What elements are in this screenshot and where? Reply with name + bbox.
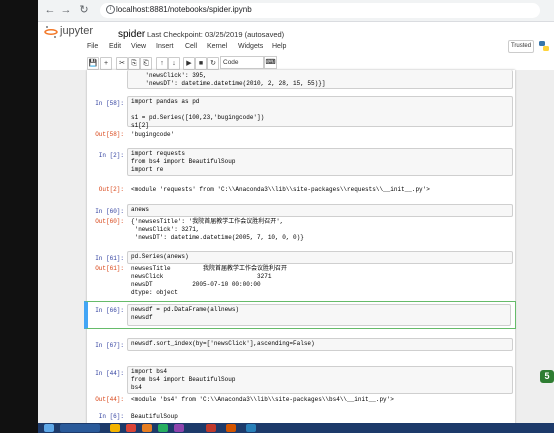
left-dark-strip — [0, 0, 38, 433]
menu-view[interactable]: View — [131, 43, 146, 50]
forward-arrow-icon[interactable]: → — [60, 4, 72, 16]
url-text[interactable]: localhost:8881/notebooks/spider.ipynb — [116, 5, 252, 14]
output-prompt: Out[61]: — [95, 265, 124, 272]
input-prompt: In [61]: — [95, 255, 124, 262]
jupyter-wordmark: jupyter — [60, 25, 94, 37]
output-prompt: Out[58]: — [95, 131, 124, 138]
info-icon[interactable]: i — [106, 5, 115, 14]
app-icon[interactable] — [206, 424, 216, 432]
run-button[interactable]: ▶ — [183, 57, 195, 70]
back-arrow-icon[interactable]: ← — [44, 4, 56, 16]
folder-icon[interactable] — [110, 424, 120, 432]
checkpoint-status: Last Checkpoint: 03/25/2019 (autosaved) — [147, 30, 285, 39]
cell-code: newsdf.sort_index(by=['newsClick'],ascen… — [131, 340, 315, 347]
menu-widgets[interactable]: Widgets — [238, 43, 263, 50]
cell-code: import pandas as pd s1 = pd.Series([100,… — [131, 98, 265, 129]
input-prompt: In [58]: — [95, 100, 124, 107]
interrupt-button[interactable]: ■ — [195, 57, 207, 70]
cell-code: import bs4 from bs4 import BeautifulSoup… — [131, 368, 236, 391]
code-cell[interactable] — [127, 204, 513, 217]
cell-code: newsdf = pd.DataFrame(allnews) newsdf — [131, 306, 240, 321]
app-icon[interactable] — [142, 424, 152, 432]
cut-button[interactable]: ✂ — [116, 57, 128, 70]
cell-code: 'newsClick': 395, 'newsDT': datetime.dat… — [145, 72, 326, 87]
keyboard-icon[interactable]: ⌨ — [264, 56, 277, 69]
menu-cell[interactable]: Cell — [185, 43, 197, 50]
start-icon[interactable] — [44, 424, 54, 432]
app-icon[interactable] — [246, 424, 256, 432]
cell-output: 'bugingcode' — [131, 131, 175, 138]
input-prompt: In [66]: — [95, 307, 124, 314]
output-prompt: Out[60]: — [95, 218, 124, 225]
insert-cell-button[interactable]: + — [100, 57, 112, 70]
menu-insert[interactable]: Insert — [156, 43, 174, 50]
cell-code: anews — [131, 206, 150, 213]
input-prompt: In [60]: — [95, 208, 124, 215]
floating-badge[interactable]: 5 — [540, 370, 554, 383]
app-icon[interactable] — [174, 424, 184, 432]
output-prompt: Out[44]: — [95, 396, 124, 403]
output-prompt: Out[2]: — [98, 186, 124, 193]
cell-type-select[interactable]: Code — [220, 56, 264, 69]
app-icon[interactable] — [226, 424, 236, 432]
python-logo-icon — [539, 41, 549, 51]
move-up-button[interactable]: ↑ — [156, 57, 168, 70]
input-prompt: In [6]: — [98, 413, 124, 420]
move-down-button[interactable]: ↓ — [168, 57, 180, 70]
cell-output: <module 'requests' from 'C:\\Anaconda3\\… — [131, 186, 430, 193]
reload-icon[interactable]: ↻ — [78, 4, 90, 16]
paste-button[interactable]: ⎗ — [140, 57, 152, 70]
cell-output: <module 'bs4' from 'C:\\Anaconda3\\lib\\… — [131, 396, 394, 403]
trusted-indicator[interactable]: Trusted — [508, 40, 534, 53]
cell-code: pd.Series(anews) — [131, 253, 189, 260]
app-icon[interactable] — [158, 424, 168, 432]
restart-button[interactable]: ↻ — [207, 57, 219, 70]
input-prompt: In [44]: — [95, 370, 124, 377]
input-prompt: In [67]: — [95, 342, 124, 349]
chrome-icon[interactable] — [126, 424, 136, 432]
cell-output: newsesTitle 我院首届教学工作会议胜利召开 newsClick 327… — [131, 265, 288, 296]
save-button[interactable]: 💾 — [87, 57, 99, 70]
cell-code: import requests from bs4 import Beautifu… — [131, 150, 236, 173]
menu-edit[interactable]: Edit — [109, 43, 121, 50]
cell-code: BeautifulSoup — [131, 413, 178, 420]
cell-output: {'newsesTitle': '我院首届教学工作会议胜利召开', 'newsC… — [131, 218, 304, 241]
input-prompt: In [2]: — [98, 152, 124, 159]
menu-file[interactable]: File — [87, 43, 98, 50]
menu-help[interactable]: Help — [272, 43, 286, 50]
copy-button[interactable]: ⎘ — [128, 57, 140, 70]
notebook-name[interactable]: spider — [118, 29, 145, 40]
menu-kernel[interactable]: Kernel — [207, 43, 227, 50]
taskbar-search-icon[interactable] — [60, 424, 100, 432]
